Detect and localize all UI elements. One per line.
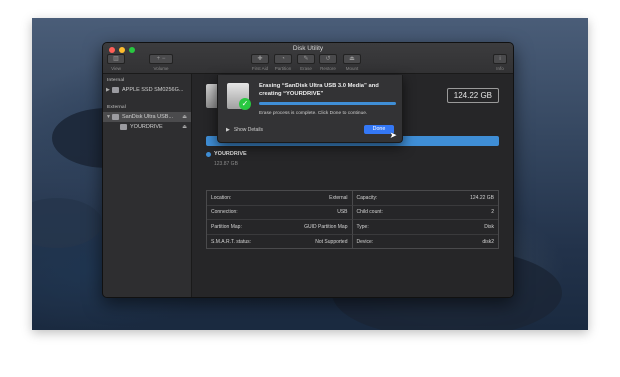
info-label: Connection: xyxy=(211,209,238,216)
show-details-toggle[interactable]: ▶ Show Details xyxy=(226,127,263,133)
info-cell: Connection: USB xyxy=(207,205,353,220)
info-cell: Child count: 2 xyxy=(352,206,498,220)
info-cell: Capacity: 124.22 GB xyxy=(352,191,498,206)
info-label: Type: xyxy=(356,223,369,230)
sidebar-item-label: YOURDRIVE xyxy=(130,124,163,130)
desktop-wallpaper: Disk Utility ▥ View + − Volume ✚ First A… xyxy=(32,18,588,330)
titlebar: Disk Utility ▥ View + − Volume ✚ First A… xyxy=(103,43,513,74)
show-details-label: Show Details xyxy=(233,127,264,133)
toolbar-first-aid-button[interactable]: ✚ First Aid xyxy=(251,54,269,71)
disk-icon xyxy=(112,87,119,93)
info-table: Location: External Capacity: 124.22 GB Con… xyxy=(206,190,499,249)
erase-complete-sheet: ✓ Erasing “SanDisk Ultra USB 3.0 Media” … xyxy=(217,75,403,143)
sheet-message: Erase process is complete. Click Done to… xyxy=(259,111,368,116)
volume-legend: YOURDRIVE xyxy=(206,151,247,157)
info-value: Disk xyxy=(484,223,494,230)
toolbar-info-button[interactable]: i Info xyxy=(493,54,507,71)
sidebar-section-external: External xyxy=(107,105,126,110)
sidebar: Internal ▶ APPLE SSD SM0256G... External… xyxy=(103,74,192,297)
info-icon: i xyxy=(493,54,507,64)
toolbar-view-button[interactable]: ▥ View xyxy=(107,54,125,71)
toolbar-restore-button[interactable]: ↺ Restore xyxy=(319,54,337,71)
toolbar-label: Erase xyxy=(300,66,312,71)
toolbar-volume-button[interactable]: + − Volume xyxy=(149,54,173,71)
eject-icon[interactable]: ⏏ xyxy=(182,124,187,130)
window-title: Disk Utility xyxy=(292,45,324,52)
restore-icon: ↺ xyxy=(319,54,337,64)
info-label: Partition Map: xyxy=(211,223,242,230)
erase-icon: ✎ xyxy=(297,54,315,64)
partition-icon: ◔ xyxy=(274,54,292,64)
toolbar-label: Volume xyxy=(153,66,169,71)
disk-utility-window: Disk Utility ▥ View + − Volume ✚ First A… xyxy=(102,42,514,298)
volume-color-dot xyxy=(206,151,211,157)
volume-icon xyxy=(120,124,127,130)
info-value: USB xyxy=(337,209,348,216)
disclosure-triangle-icon: ▶ xyxy=(226,127,230,133)
sidebar-item-sandisk[interactable]: ▼ SanDisk Ultra USB... ⏏ xyxy=(103,112,191,122)
info-label: S.M.A.R.T. status: xyxy=(211,238,252,245)
sidebar-item-label: APPLE SSD SM0256G... xyxy=(122,87,184,93)
volume-size: 123.87 GB xyxy=(214,161,238,167)
info-value: External xyxy=(329,194,348,201)
sidebar-item-label: SanDisk Ultra USB... xyxy=(122,114,174,120)
eject-icon[interactable]: ⏏ xyxy=(182,114,187,120)
stethoscope-icon: ✚ xyxy=(251,54,269,64)
toolbar-label: Restore xyxy=(320,66,336,71)
toolbar-partition-button[interactable]: ◔ Partition xyxy=(274,54,292,71)
pointer-cursor-icon: ➤ xyxy=(389,130,397,140)
capacity-badge: 124.22 GB xyxy=(446,88,499,103)
checkmark-icon: ✓ xyxy=(239,98,251,110)
toolbar-label: Info xyxy=(496,66,504,71)
sidebar-item-yourdrive[interactable]: YOURDRIVE ⏏ xyxy=(103,122,191,132)
disk-icon xyxy=(112,114,119,120)
info-cell: S.M.A.R.T. status: Not Supported xyxy=(207,234,353,249)
volume-name: YOURDRIVE xyxy=(214,151,247,157)
sidebar-icon: ▥ xyxy=(107,54,125,64)
plus-minus-icon: + − xyxy=(149,54,173,64)
info-value: 2 xyxy=(491,209,494,216)
mount-icon: ⏏ xyxy=(343,54,361,64)
sheet-title: Erasing “SanDisk Ultra USB 3.0 Media” an… xyxy=(259,83,379,97)
info-cell: Partition Map: GUID Partition Map xyxy=(207,220,353,235)
info-cell: Location: External xyxy=(207,191,353,206)
info-value: Not Supported xyxy=(315,238,348,245)
info-label: Device: xyxy=(356,238,374,245)
toolbar-label: Partition xyxy=(274,66,292,71)
progress-bar xyxy=(259,102,396,105)
toolbar-mount-button[interactable]: ⏏ Mount xyxy=(343,54,361,71)
info-value: 124.22 GB xyxy=(470,194,494,201)
sidebar-item-apple-ssd[interactable]: ▶ APPLE SSD SM0256G... xyxy=(103,85,191,95)
toolbar-erase-button[interactable]: ✎ Erase xyxy=(297,54,315,71)
info-value: disk2 xyxy=(482,238,494,245)
info-value: GUID Partition Map xyxy=(304,223,348,230)
toolbar-label: Mount xyxy=(345,66,359,71)
info-label: Location: xyxy=(211,194,232,201)
toolbar-label: First Aid xyxy=(251,66,269,71)
info-label: Capacity: xyxy=(356,194,378,201)
toolbar-label: View xyxy=(111,66,121,71)
info-label: Child count: xyxy=(356,209,383,216)
info-cell: Device: disk2 xyxy=(353,235,499,250)
info-cell: Type: Disk xyxy=(352,220,498,235)
sidebar-section-internal: Internal xyxy=(107,78,125,83)
